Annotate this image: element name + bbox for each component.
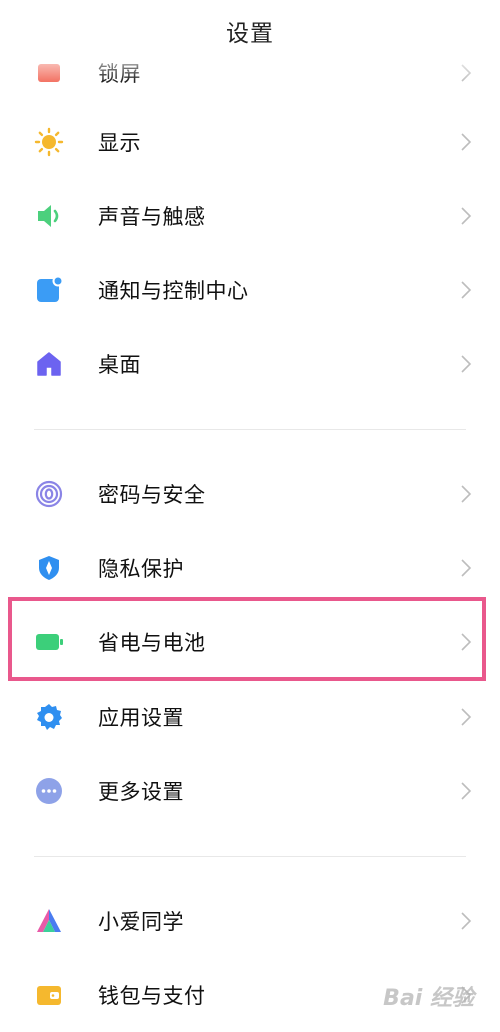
section-divider <box>34 856 466 857</box>
settings-item-password-security[interactable]: 密码与安全 <box>0 457 500 531</box>
settings-item-more-settings[interactable]: 更多设置 <box>0 754 500 828</box>
settings-item-lock-screen[interactable]: 锁屏 <box>0 36 500 110</box>
settings-item-label: 小爱同学 <box>98 910 184 934</box>
settings-item-label: 钱包与支付 <box>98 984 206 1008</box>
chevron-right-icon <box>460 781 472 801</box>
section-divider <box>34 429 466 430</box>
settings-item-label: 隐私保护 <box>98 557 184 581</box>
chevron-right-icon <box>460 132 472 152</box>
chevron-right-icon <box>460 558 472 578</box>
settings-item-label: 更多设置 <box>98 780 184 804</box>
notification-icon <box>34 275 64 305</box>
chevron-right-icon <box>460 484 472 504</box>
settings-item-label: 声音与触感 <box>98 205 206 229</box>
fingerprint-icon <box>34 479 64 509</box>
sun-icon <box>34 127 64 157</box>
speaker-icon <box>34 201 64 231</box>
wallet-icon <box>34 980 64 1010</box>
settings-item-xiaoai[interactable]: 小爱同学 <box>0 884 500 958</box>
settings-item-display[interactable]: 显示 <box>0 105 500 179</box>
gear-icon <box>34 702 64 732</box>
settings-item-app-settings[interactable]: 应用设置 <box>0 680 500 754</box>
settings-item-notifications[interactable]: 通知与控制中心 <box>0 253 500 327</box>
chevron-right-icon <box>460 354 472 374</box>
more-icon <box>34 776 64 806</box>
settings-item-label: 显示 <box>98 131 141 155</box>
chevron-right-icon <box>460 206 472 226</box>
xiaoai-icon <box>34 906 64 936</box>
settings-item-sound[interactable]: 声音与触感 <box>0 179 500 253</box>
chevron-right-icon <box>460 911 472 931</box>
settings-item-home-screen[interactable]: 桌面 <box>0 327 500 401</box>
home-icon <box>34 349 64 379</box>
settings-item-label: 锁屏 <box>98 62 141 86</box>
chevron-right-icon <box>460 707 472 727</box>
settings-item-privacy[interactable]: 隐私保护 <box>0 531 500 605</box>
privacy-shield-icon <box>34 553 64 583</box>
highlight-box <box>8 597 486 681</box>
settings-item-label: 桌面 <box>98 353 141 377</box>
settings-item-label: 密码与安全 <box>98 483 206 507</box>
watermark: Bai 经验 <box>383 986 474 1011</box>
lock-screen-icon <box>34 58 64 88</box>
settings-item-label: 通知与控制中心 <box>98 279 249 303</box>
chevron-right-icon <box>460 63 472 83</box>
chevron-right-icon <box>460 280 472 300</box>
settings-item-label: 应用设置 <box>98 706 184 730</box>
